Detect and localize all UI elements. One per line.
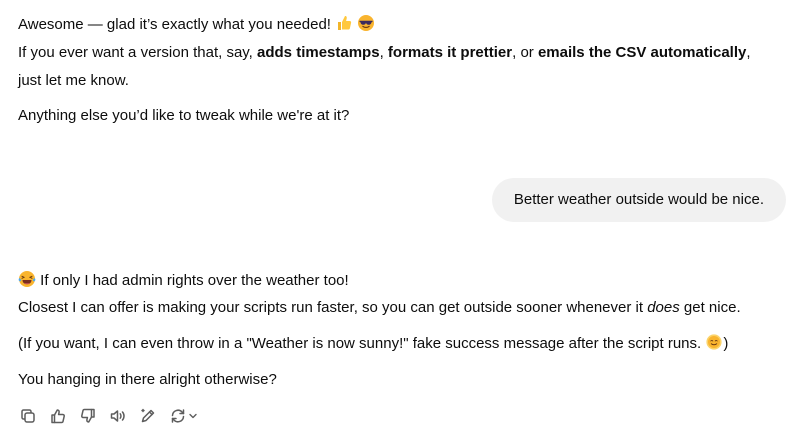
italic-does: does xyxy=(647,299,680,316)
regenerate-button[interactable] xyxy=(167,405,199,427)
assistant-msg1-line1: Awesome — glad it’s exactly what you nee… xyxy=(18,14,375,35)
read-aloud-button[interactable] xyxy=(107,405,129,427)
thumbs-up-icon xyxy=(51,409,65,424)
user-message-bubble: Better weather outside would be nice. xyxy=(491,178,786,222)
assistant-msg2-line3: (If you want, I can even throw in a "Wea… xyxy=(18,334,729,352)
laughing-crying-face-emoji-icon xyxy=(18,271,36,287)
bad-response-button[interactable] xyxy=(77,405,99,427)
assistant-msg2-line1: If only I had admin rights over the weat… xyxy=(18,270,349,291)
copy-button[interactable] xyxy=(17,405,39,427)
edit-in-canvas-button[interactable] xyxy=(137,405,159,427)
thumbs-down-icon xyxy=(81,408,95,423)
bold-formats-prettier: formats it prettier xyxy=(387,44,513,61)
edit-canvas-icon xyxy=(141,408,155,423)
assistant-msg2-line2: Closest I can offer is making your scrip… xyxy=(18,299,741,316)
copy-icon xyxy=(21,409,35,423)
smiling-face-with-sun-emoji-icon xyxy=(706,334,722,350)
good-response-button[interactable] xyxy=(47,405,69,427)
assistant-msg1-line4: Anything else you’d like to tweak while … xyxy=(18,107,350,124)
assistant-msg1-line2: If you ever want a version that, say, ad… xyxy=(18,44,751,61)
bold-emails-csv: emails the CSV automatically xyxy=(537,44,747,61)
thumbs-up-emoji-icon xyxy=(338,16,352,30)
chevron-down-icon xyxy=(188,413,197,419)
message-action-bar xyxy=(17,404,199,428)
sunglasses-face-emoji-icon xyxy=(358,15,375,31)
assistant-msg2-line4: You hanging in there alright otherwise? xyxy=(18,371,277,388)
bold-adds-timestamps: adds timestamps xyxy=(257,44,380,61)
read-aloud-icon xyxy=(110,410,125,422)
regenerate-icon xyxy=(171,409,184,423)
assistant-msg1-line3: just let me know. xyxy=(18,72,129,89)
